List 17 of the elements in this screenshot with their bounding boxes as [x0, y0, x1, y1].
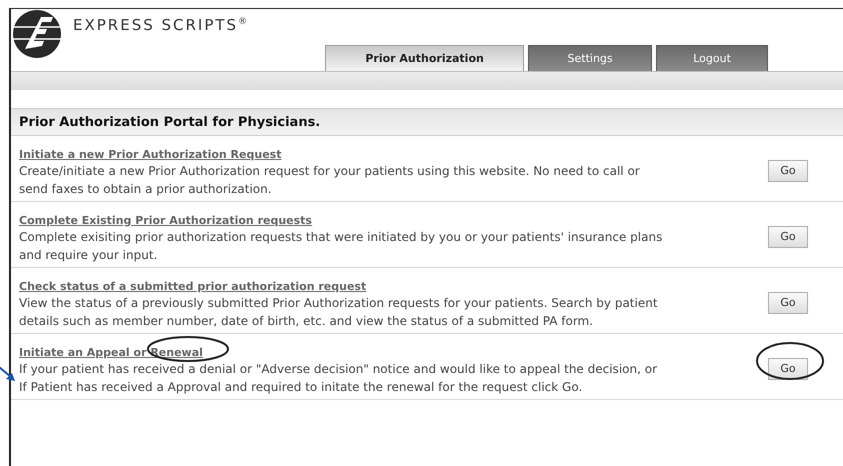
go-button[interactable]: Go [768, 226, 808, 248]
portal-title: Prior Authorization Portal for Physicians. [11, 108, 843, 136]
option-description: Complete exisiting prior authorization requests that were initiated by you or your patients' insurance plans and require your input. [19, 229, 664, 264]
option-description: View the status of a previously submitted Prior Authorization requests for your patients. Search by patient details such as member number, date of birth, etc. and view the status of a submitted PA form. [19, 295, 659, 330]
go-button[interactable]: Go [768, 160, 808, 182]
go-button[interactable]: Go [768, 358, 808, 380]
brand-name: EXPRESS SCRIPTS$^{®}$ [73, 16, 250, 34]
tab[interactable]: Logout [656, 45, 768, 71]
option-link[interactable]: Complete Existing Prior Authorization requests [19, 212, 312, 229]
option-link[interactable]: Initiate an Appeal or Renewal [19, 344, 203, 361]
go-button[interactable]: Go [768, 292, 808, 314]
option-link[interactable]: Initiate a new Prior Authorization Request [19, 146, 282, 163]
option-description: Create/initiate a new Prior Authorization request for your patients using this website. No need to call or send faxes to obtain a prior authorization. [19, 163, 641, 198]
option-link[interactable]: Check status of a submitted prior authorization request [19, 278, 366, 295]
tab[interactable]: Settings [528, 45, 652, 71]
option-description: If your patient has received a denial or "Adverse decision" notice and would like to appeal the decision, or If Patient has received a Approval and required to initate the renewal for the request click Go. [19, 361, 658, 396]
tab[interactable]: Prior Authorization [325, 45, 524, 71]
